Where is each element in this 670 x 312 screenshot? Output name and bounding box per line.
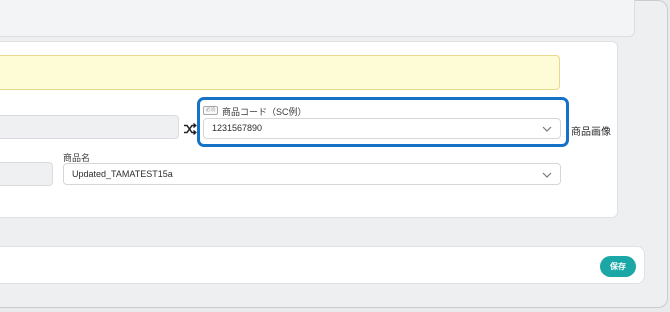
top-panel [0,0,635,37]
product-name-value: Updated_TAMATEST15a [72,169,173,179]
footer-bar [0,246,645,284]
notice-banner [0,55,560,90]
product-image-label: 商品画像 [571,127,611,138]
product-code-select[interactable]: 1231567890 [203,118,561,139]
product-name-select[interactable]: Updated_TAMATEST15a [63,163,561,185]
required-badge: 必須 [203,106,218,115]
shuffle-icon[interactable] [183,121,197,136]
truncated-field-lower[interactable] [0,162,53,186]
product-code-label: 商品コード（SC例） [222,107,307,117]
chevron-down-icon [542,172,552,178]
product-code-value: 1231567890 [212,123,263,133]
truncated-field-upper[interactable] [0,115,179,139]
chevron-down-icon [542,126,552,132]
save-button[interactable]: 保存 [600,256,636,277]
